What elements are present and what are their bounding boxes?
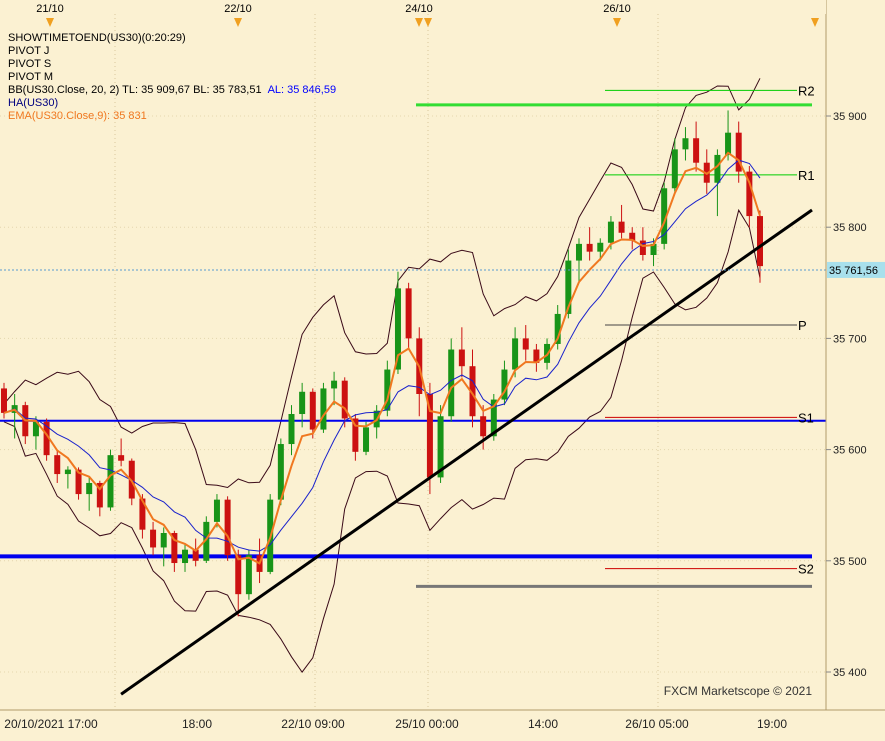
pivot-label-r2: R2 <box>798 83 815 98</box>
candle-body <box>522 338 529 350</box>
x-tick-label: 18:00 <box>182 717 212 731</box>
candle-body <box>405 288 412 339</box>
candle-body <box>213 499 220 522</box>
candle-body <box>288 414 295 445</box>
x-tick-label: 19:00 <box>757 717 787 731</box>
legend-extra-text: AL: 35 846,59 <box>267 84 337 96</box>
legend-entry: PIVOT M <box>8 71 53 84</box>
x-tick-label: 26/10 05:00 <box>625 717 689 731</box>
legend-entry: SHOWTIMETOEND(US30)(0:20:29) <box>8 32 186 45</box>
candle-body <box>309 391 316 430</box>
top-date-label: 22/10 <box>224 3 252 15</box>
candle-body <box>363 427 370 452</box>
candle-body <box>245 555 252 595</box>
x-tick-label: 20/10/2021 17:00 <box>4 717 98 731</box>
candle-body <box>607 221 614 243</box>
x-tick-label: 25/10 00:00 <box>395 717 459 731</box>
candle-body <box>1 388 7 413</box>
candle-body <box>671 149 678 189</box>
candle-body <box>150 529 157 548</box>
top-date-label: 24/10 <box>405 3 433 15</box>
legend-entry: HA(US30) <box>8 97 58 110</box>
legend-text: EMA(US30.Close,9): 35 831 <box>8 110 147 122</box>
candle-body <box>586 243 593 252</box>
candle-body <box>64 469 71 475</box>
legend-text: PIVOT M <box>8 71 54 83</box>
legend-text: BB(US30.Close, 20, 2) TL: 35 909,67 BL: … <box>8 84 262 96</box>
pivot-label-s2: S2 <box>798 562 814 577</box>
candle-body <box>597 242 604 252</box>
current-price-label: 35 761,56 <box>829 265 878 277</box>
candle-body <box>512 338 519 370</box>
candle-body <box>118 455 125 461</box>
y-tick-label: 35 400 <box>833 667 867 679</box>
y-tick-label: 35 700 <box>833 333 867 345</box>
legend-entry: BB(US30.Close, 20, 2) TL: 35 909,67 BL: … <box>8 84 336 97</box>
legend-entry: PIVOT J <box>8 45 49 58</box>
x-tick-label: 22/10 09:00 <box>281 717 345 731</box>
candle-body <box>618 221 625 233</box>
candle-body <box>682 138 689 150</box>
candle-body <box>224 499 231 556</box>
candle-body <box>757 216 763 267</box>
top-date-label: 21/10 <box>36 3 64 15</box>
legend-text: PIVOT J <box>8 45 50 57</box>
candle-body <box>480 416 487 437</box>
y-tick-label: 35 500 <box>833 556 867 568</box>
legend-text: HA(US30) <box>8 97 59 109</box>
candle-body <box>693 138 700 163</box>
x-tick-label: 14:00 <box>528 717 558 731</box>
candle-body <box>54 455 61 475</box>
pivot-label-s1: S1 <box>798 410 814 425</box>
candle-body <box>320 388 327 430</box>
pivot-label-r1: R1 <box>798 168 815 183</box>
candle-body <box>182 549 189 564</box>
legend-text: SHOWTIMETOEND(US30)(0:20:29) <box>8 32 186 44</box>
candle-body <box>160 533 167 548</box>
candle-body <box>299 391 306 415</box>
candle-body <box>107 455 114 508</box>
y-tick-label: 35 800 <box>833 222 867 234</box>
y-tick-label: 35 600 <box>833 445 867 457</box>
chart-root: R2 R1 P S1 S2 35 761,56 35 900 35 800 35 700 35 … <box>0 0 885 736</box>
legend-entry: EMA(US30.Close,9): 35 831 <box>8 110 147 123</box>
legend-entry: PIVOT S <box>8 58 51 71</box>
pivot-label-p: P <box>798 318 807 333</box>
watermark: FXCM Marketscope © 2021 <box>664 684 813 698</box>
candle-body <box>575 243 582 261</box>
candle-body <box>458 349 465 367</box>
top-date-label: 26/10 <box>603 3 631 15</box>
candle-body <box>331 380 338 389</box>
y-tick-label: 35 900 <box>833 111 867 123</box>
candle-body <box>86 482 93 495</box>
candle-body <box>235 555 242 595</box>
legend-text: PIVOT S <box>8 58 52 70</box>
